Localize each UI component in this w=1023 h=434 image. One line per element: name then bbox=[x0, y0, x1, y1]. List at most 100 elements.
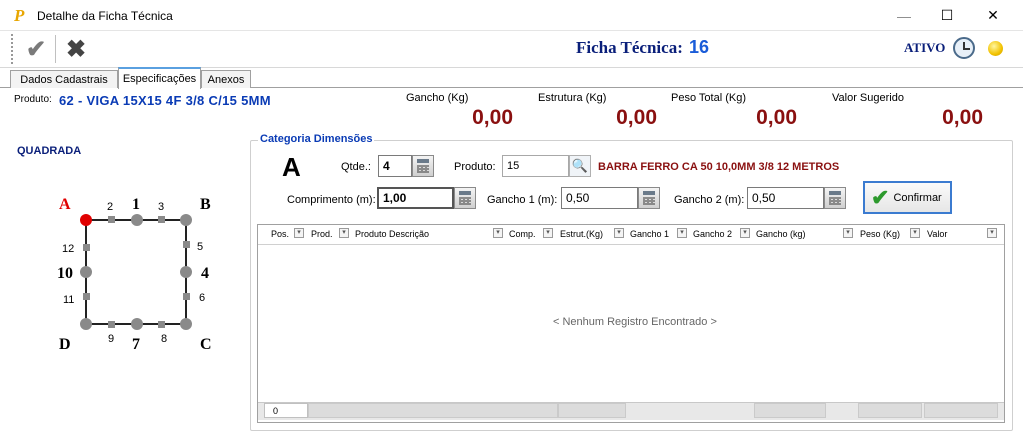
mid-label-7: 7 bbox=[132, 336, 140, 353]
small-label-11: 11 bbox=[63, 294, 74, 306]
app-logo-icon: P bbox=[14, 6, 25, 25]
small-node-11[interactable] bbox=[83, 293, 90, 300]
estrutura-kg-label: Estrutura (Kg) bbox=[538, 92, 607, 104]
corner-node-a[interactable] bbox=[80, 214, 92, 226]
minimize-button[interactable]: — bbox=[881, 0, 927, 31]
confirm-check-icon: ✔ bbox=[871, 184, 890, 210]
col-header-peso[interactable]: Peso (Kg) bbox=[860, 229, 900, 239]
small-label-6: 6 bbox=[199, 292, 205, 304]
footer-cell bbox=[308, 403, 558, 418]
grid-empty-message: < Nenhum Registro Encontrado > bbox=[553, 316, 717, 328]
tab-anexos[interactable]: Anexos bbox=[201, 70, 251, 88]
small-node-8[interactable] bbox=[158, 321, 165, 328]
comprimento-label: Comprimento (m): bbox=[287, 194, 376, 206]
col-header-descricao[interactable]: Produto Descrição bbox=[355, 229, 429, 239]
small-node-12[interactable] bbox=[83, 244, 90, 251]
small-label-5: 5 bbox=[197, 241, 203, 253]
col-header-prod[interactable]: Prod. bbox=[311, 229, 333, 239]
mid-node-1[interactable] bbox=[131, 214, 143, 226]
maximize-button[interactable]: ☐ bbox=[924, 0, 970, 31]
estrutura-kg-value: 0,00 bbox=[616, 106, 657, 129]
gancho-kg-label: Gancho (Kg) bbox=[406, 92, 469, 104]
col-header-gancho-kg[interactable]: Gancho (kg) bbox=[756, 229, 806, 239]
tab-especificacoes[interactable]: Especificações bbox=[118, 67, 201, 89]
categoria-dimensoes-title: Categoria Dimensões bbox=[258, 133, 375, 145]
produto-value: 62 - VIGA 15X15 4F 3/8 C/15 5MM bbox=[59, 93, 271, 108]
tab-dados-cadastrais[interactable]: Dados Cadastrais bbox=[10, 70, 118, 88]
small-node-2[interactable] bbox=[108, 216, 115, 223]
produto-input[interactable]: 15 bbox=[502, 155, 569, 177]
corner-node-c[interactable] bbox=[180, 318, 192, 330]
gancho1-input[interactable]: 0,50 bbox=[561, 187, 638, 209]
col-header-gancho2[interactable]: Gancho 2 bbox=[693, 229, 732, 239]
clock-icon[interactable] bbox=[953, 37, 975, 59]
corner-label-c: C bbox=[200, 336, 212, 353]
col-header-gancho1[interactable]: Gancho 1 bbox=[630, 229, 669, 239]
gancho-kg-value: 0,00 bbox=[472, 106, 513, 129]
filter-icon[interactable]: ▾ bbox=[987, 228, 997, 238]
filter-icon[interactable]: ▾ bbox=[543, 228, 553, 238]
filter-icon[interactable]: ▾ bbox=[677, 228, 687, 238]
filter-icon[interactable]: ▾ bbox=[614, 228, 624, 238]
col-header-pos[interactable]: Pos. bbox=[271, 229, 289, 239]
shape-diagram: A B C D 1 4 7 10 2 3 5 6 8 9 11 12 bbox=[40, 185, 240, 360]
diagram-svg: A B C D 1 4 7 10 2 3 5 6 8 9 11 12 bbox=[57, 196, 212, 353]
ficha-tecnica-label: Ficha Técnica: bbox=[576, 38, 683, 57]
small-node-6[interactable] bbox=[183, 293, 190, 300]
comprimento-input[interactable]: 1,00 bbox=[377, 187, 454, 209]
footer-cell bbox=[558, 403, 626, 418]
ficha-tecnica-number: 16 bbox=[689, 37, 710, 57]
small-node-9[interactable] bbox=[108, 321, 115, 328]
qtde-label: Qtde.: bbox=[341, 161, 371, 173]
grid-row-count: 0 bbox=[264, 403, 308, 418]
small-node-5[interactable] bbox=[183, 241, 190, 248]
corner-node-d[interactable] bbox=[80, 318, 92, 330]
footer-cell bbox=[858, 403, 922, 418]
close-window-button[interactable]: ✕ bbox=[970, 0, 1016, 31]
col-header-comp[interactable]: Comp. bbox=[509, 229, 536, 239]
filter-icon[interactable]: ▾ bbox=[740, 228, 750, 238]
confirmar-button-label: Confirmar bbox=[893, 191, 942, 204]
search-icon[interactable]: 🔍 bbox=[569, 155, 591, 177]
corner-label-a: A bbox=[59, 196, 71, 213]
small-label-8: 8 bbox=[161, 333, 167, 345]
small-label-12: 12 bbox=[62, 243, 74, 255]
mid-node-10[interactable] bbox=[80, 266, 92, 278]
filter-icon[interactable]: ▾ bbox=[910, 228, 920, 238]
category-letter: A bbox=[282, 152, 301, 182]
valor-sugerido-value: 0,00 bbox=[942, 106, 983, 129]
mid-node-7[interactable] bbox=[131, 318, 143, 330]
corner-node-b[interactable] bbox=[180, 214, 192, 226]
confirm-check-button[interactable]: ✔ bbox=[20, 33, 52, 65]
small-node-3[interactable] bbox=[158, 216, 165, 223]
gancho2-input[interactable]: 0,50 bbox=[747, 187, 824, 209]
toolbar-grip[interactable] bbox=[11, 34, 14, 64]
col-header-estrut[interactable]: Estrut.(Kg) bbox=[560, 229, 603, 239]
gancho1-calculator-icon[interactable] bbox=[638, 187, 660, 209]
gancho1-label: Gancho 1 (m): bbox=[487, 194, 558, 206]
mid-node-4[interactable] bbox=[180, 266, 192, 278]
filter-icon[interactable]: ▾ bbox=[493, 228, 503, 238]
valor-sugerido-label: Valor Sugerido bbox=[832, 92, 904, 104]
filter-icon[interactable]: ▾ bbox=[294, 228, 304, 238]
qtde-input[interactable]: 4 bbox=[378, 155, 412, 177]
produto-label: Produto: bbox=[14, 94, 52, 105]
corner-label-d: D bbox=[59, 336, 71, 353]
mid-label-4: 4 bbox=[201, 265, 209, 282]
footer-cell bbox=[754, 403, 826, 418]
filter-icon[interactable]: ▾ bbox=[339, 228, 349, 238]
confirmar-button[interactable]: ✔ Confirmar bbox=[863, 181, 952, 214]
cancel-x-button[interactable]: ✖ bbox=[60, 33, 92, 65]
footer-cell bbox=[924, 403, 998, 418]
diagram-square bbox=[85, 219, 187, 325]
produto-field-label: Produto: bbox=[454, 161, 496, 173]
mid-label-10: 10 bbox=[57, 265, 73, 282]
filter-icon[interactable]: ▾ bbox=[843, 228, 853, 238]
produto-description: BARRA FERRO CA 50 10,0MM 3/8 12 METROS bbox=[598, 161, 840, 173]
peso-total-label: Peso Total (Kg) bbox=[671, 92, 747, 104]
col-header-valor[interactable]: Valor bbox=[927, 229, 947, 239]
gancho2-calculator-icon[interactable] bbox=[824, 187, 846, 209]
qtde-calculator-icon[interactable] bbox=[412, 155, 434, 177]
comprimento-calculator-icon[interactable] bbox=[454, 187, 476, 209]
shape-name: QUADRADA bbox=[17, 145, 82, 157]
